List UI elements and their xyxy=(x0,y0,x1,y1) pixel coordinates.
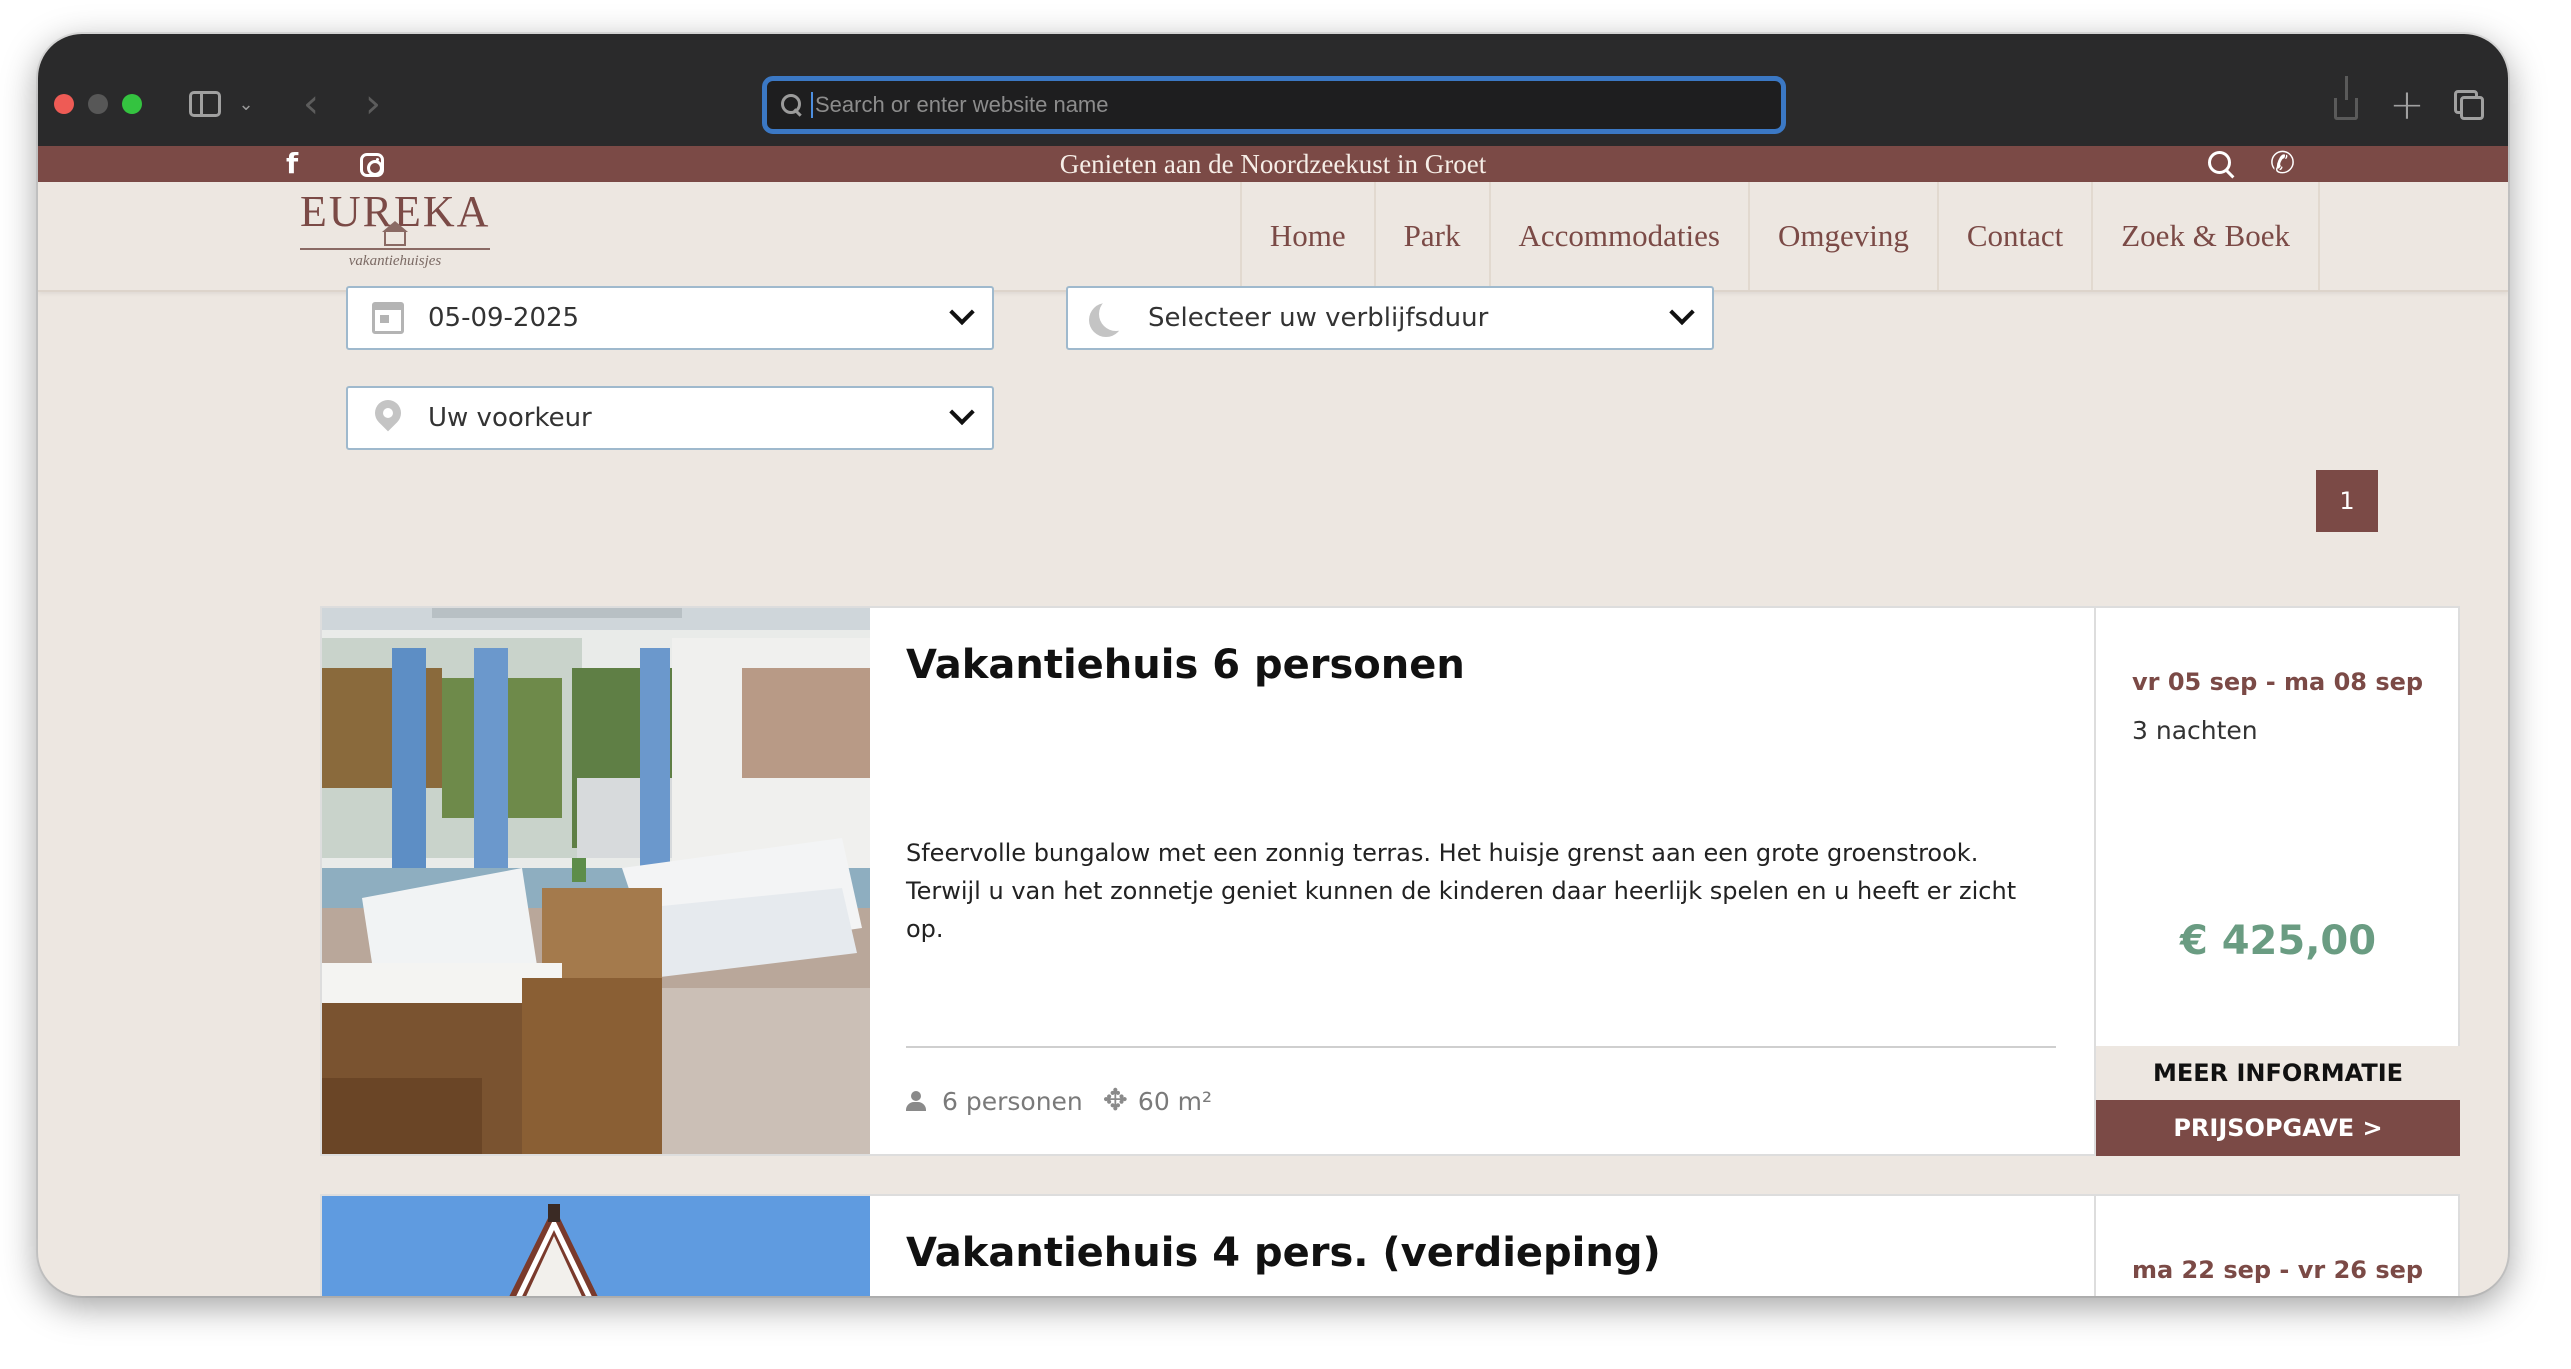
listing-booking-panel: vr 05 sep - ma 08 sep 3 nachten € 425,00… xyxy=(2094,608,2460,1156)
listing-body: Vakantiehuis 6 personen Sfeervolle bunga… xyxy=(870,608,2094,1154)
search-icon[interactable] xyxy=(2208,151,2236,179)
site-tagline: Genieten aan de Noordzeekust in Groet xyxy=(1059,149,1487,179)
minimize-window-button[interactable] xyxy=(88,94,108,114)
new-tab-icon[interactable]: + xyxy=(2389,80,2424,129)
forward-arrow-icon[interactable]: › xyxy=(356,81,390,127)
stay-nights: 3 nachten xyxy=(2132,716,2258,745)
house-icon xyxy=(382,221,408,246)
browser-toolbar: ⌄ ‹ › + xyxy=(38,34,2508,146)
listing-meta: 6 personen ✥ 60 m² xyxy=(906,1086,1212,1116)
listing-title[interactable]: Vakantiehuis 4 pers. (verdieping) xyxy=(906,1228,2058,1278)
listing-photo[interactable] xyxy=(322,1196,870,1296)
chevron-down-icon xyxy=(932,288,992,348)
nav-item-contact[interactable]: Contact xyxy=(1939,182,2094,290)
chevron-down-icon xyxy=(932,388,992,448)
listing-booking-panel: ma 22 sep - vr 26 sep xyxy=(2094,1196,2460,1296)
site-topbar: f Genieten aan de Noordzeekust in Groet … xyxy=(38,146,2508,182)
area-size: 60 m² xyxy=(1137,1086,1213,1116)
moon-icon xyxy=(1099,297,1133,331)
persons-count: 6 personen xyxy=(942,1086,1083,1116)
phone-icon[interactable]: ✆ xyxy=(2270,148,2295,180)
share-icon[interactable] xyxy=(2328,76,2364,124)
listing-title[interactable]: Vakantiehuis 6 personen xyxy=(906,640,2058,690)
logo-subtitle: vakantiehuisjes xyxy=(348,253,442,269)
close-window-button[interactable] xyxy=(54,94,74,114)
main-nav: Home Park Accommodaties Omgeving Contact… xyxy=(1239,182,2320,290)
back-arrow-icon[interactable]: ‹ xyxy=(294,81,328,127)
listing-price: € 425,00 xyxy=(2179,918,2377,964)
listing-card: Vakantiehuis 4 pers. (verdieping) ma 22 … xyxy=(320,1194,2460,1296)
search-icon xyxy=(781,94,803,116)
address-input[interactable] xyxy=(815,92,1715,118)
stay-duration-select[interactable]: Selecteer uw verblijfsduur xyxy=(1066,286,1714,350)
sidebar-toggle-icon[interactable] xyxy=(186,84,224,124)
price-quote-button[interactable]: PRIJSOPGAVE > xyxy=(2096,1100,2460,1156)
site-logo[interactable]: EUREKA vakantiehuisjes xyxy=(300,190,490,270)
chevron-down-icon[interactable]: ⌄ xyxy=(234,84,258,124)
logo-divider xyxy=(300,248,490,250)
living-room-photo xyxy=(322,608,870,1154)
text-caret xyxy=(811,92,813,118)
preference-value: Uw voorkeur xyxy=(428,403,592,433)
calendar-icon xyxy=(372,302,404,334)
nav-item-park[interactable]: Park xyxy=(1376,182,1491,290)
listing-description: Sfeervolle bungalow met een zonnig terra… xyxy=(906,839,2017,943)
nav-item-home[interactable]: Home xyxy=(1239,182,1376,290)
location-pin-icon xyxy=(369,394,407,432)
date-value: 05-09-2025 xyxy=(428,303,580,333)
nav-item-zoek-boek[interactable]: Zoek & Boek xyxy=(2093,182,2320,290)
address-bar[interactable] xyxy=(762,76,1786,134)
listing-body: Vakantiehuis 4 pers. (verdieping) xyxy=(870,1196,2094,1296)
browser-window: ⌄ ‹ › + f Genieten aan de Noordzeekust i… xyxy=(38,34,2508,1296)
maximize-window-button[interactable] xyxy=(122,94,142,114)
more-info-button[interactable]: MEER INFORMATIE xyxy=(2096,1046,2460,1100)
stay-dates: ma 22 sep - vr 26 sep xyxy=(2132,1256,2424,1284)
stay-duration-value: Selecteer uw verblijfsduur xyxy=(1148,303,1489,333)
listing-photo[interactable] xyxy=(322,608,870,1154)
nav-item-accommodaties[interactable]: Accommodaties xyxy=(1491,182,1750,290)
preference-select[interactable]: Uw voorkeur xyxy=(346,386,994,450)
pagination-page-1[interactable]: 1 xyxy=(2316,470,2378,532)
date-select[interactable]: 05-09-2025 xyxy=(346,286,994,350)
persons-icon xyxy=(906,1091,928,1111)
area-icon: ✥ xyxy=(1102,1083,1128,1118)
tab-overview-icon[interactable] xyxy=(2450,84,2490,124)
divider xyxy=(906,1046,2056,1048)
nav-item-omgeving[interactable]: Omgeving xyxy=(1750,182,1939,290)
house-exterior-photo xyxy=(322,1196,870,1296)
listing-card: Vakantiehuis 6 personen Sfeervolle bunga… xyxy=(320,606,2460,1156)
chevron-down-icon xyxy=(1652,288,1712,348)
site-header: EUREKA vakantiehuisjes Home Park Accommo… xyxy=(38,182,2508,292)
stay-dates: vr 05 sep - ma 08 sep xyxy=(2132,668,2424,696)
